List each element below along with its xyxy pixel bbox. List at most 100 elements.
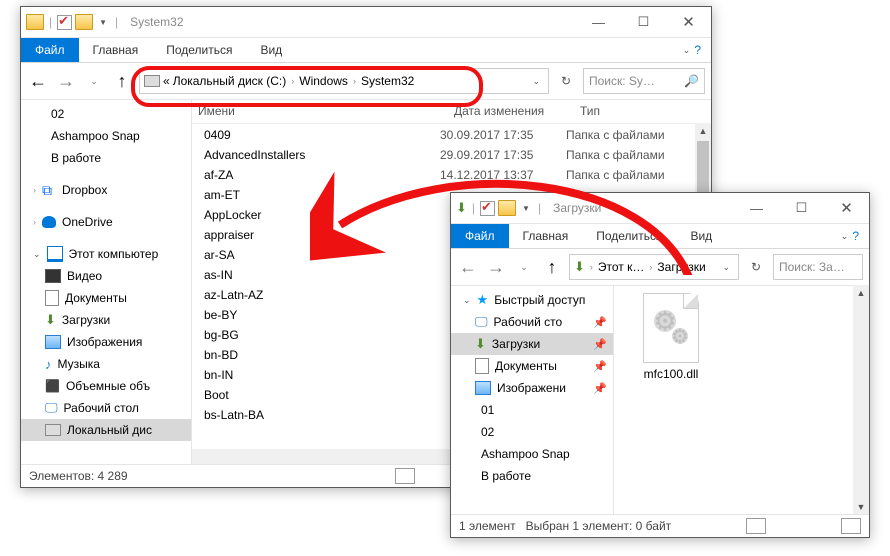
up-button[interactable]: ↑ [111,70,133,92]
file-row[interactable]: 040930.09.2017 17:35Папка с файлами [198,125,711,145]
column-headers[interactable]: Имени Дата изменения Тип [192,99,711,124]
chevron-right-icon[interactable]: › [647,262,654,272]
breadcrumb-item[interactable]: System32 [361,74,414,88]
breadcrumb-item[interactable]: Этот к… [598,260,644,274]
nav-item-this-pc[interactable]: ⌄Этот компьютер [21,243,191,265]
breadcrumb-item[interactable]: Загрузки [657,260,705,274]
ribbon-expand-icon[interactable]: ⌄? [673,38,711,62]
chevron-right-icon[interactable]: › [588,262,595,272]
vertical-scrollbar[interactable]: ▲▼ [853,285,869,515]
nav-pane[interactable]: ⌄★Быстрый доступ 🖵Рабочий сто📌 ⬇Загрузки… [451,285,614,515]
qat-dropdown-icon[interactable]: ▼ [96,18,110,27]
recent-dropdown[interactable]: ⌄ [83,70,105,92]
titlebar[interactable]: | ▼ | System32 — ☐ ✕ [21,7,711,38]
refresh-button[interactable]: ↻ [555,74,577,88]
nav-item-desktop[interactable]: 🖵Рабочий стол [21,397,191,419]
chevron-right-icon[interactable]: › [289,76,296,86]
close-button[interactable]: ✕ [666,7,711,37]
nav-item[interactable]: В работе [451,465,613,487]
file-row[interactable]: af-ZA14.12.2017 13:37Папка с файлами [198,165,711,185]
maximize-button[interactable]: ☐ [621,7,666,37]
nav-item-dropbox[interactable]: ›⧉Dropbox [21,179,191,201]
titlebar[interactable]: ⬇ | ▼ | Загрузки — ☐ ✕ [451,193,869,224]
up-button[interactable]: ↑ [541,256,563,278]
maximize-button[interactable]: ☐ [779,193,824,223]
nav-item-downloads[interactable]: ⬇Загрузки📌 [451,333,613,355]
nav-item-documents[interactable]: Документы [21,287,191,309]
address-bar[interactable]: « Локальный диск (C:) › Windows › System… [139,68,549,94]
col-type[interactable]: Тип [574,104,600,118]
back-button[interactable]: ← [457,256,479,278]
tab-home[interactable]: Главная [79,38,153,62]
nav-item-local-disk[interactable]: Локальный дис [21,419,191,441]
file-date: 29.09.2017 17:35 [440,148,560,162]
file-row[interactable]: AdvancedInstallers29.09.2017 17:35Папка … [198,145,711,165]
tab-file[interactable]: Файл [451,224,509,248]
tab-file[interactable]: Файл [21,38,79,62]
tab-home[interactable]: Главная [509,224,583,248]
file-name: 0409 [204,128,434,142]
refresh-button[interactable]: ↻ [745,260,767,274]
breadcrumb-item[interactable]: Локальный диск (C:) [173,74,287,88]
search-input[interactable]: Поиск: За… [773,254,863,280]
scroll-up-icon[interactable]: ▲ [853,285,869,301]
chevron-right-icon[interactable]: › [351,76,358,86]
forward-button[interactable]: → [55,70,77,92]
qat-checkbox-icon[interactable] [57,15,72,30]
forward-button[interactable]: → [485,256,507,278]
file-name: bs-Latn-BA [204,408,434,422]
star-icon: ★ [477,292,489,308]
tab-view[interactable]: Вид [246,38,296,62]
search-placeholder: Поиск: За… [779,260,845,274]
separator: | [470,201,477,215]
file-name: AdvancedInstallers [204,148,434,162]
nav-item-pictures[interactable]: Изображени📌 [451,377,613,399]
tab-share[interactable]: Поделиться [582,224,676,248]
drive-icon [45,424,61,436]
address-dropdown-icon[interactable]: ⌄ [528,76,544,87]
nav-pane[interactable]: 02 Ashampoo Snap В работе ›⧉Dropbox ›One… [21,99,192,465]
nav-item-onedrive[interactable]: ›OneDrive [21,211,191,233]
breadcrumb-item[interactable]: Windows [299,74,348,88]
nav-item-desktop[interactable]: 🖵Рабочий сто📌 [451,311,613,333]
back-button[interactable]: ← [27,70,49,92]
nav-item[interactable]: 01 [451,399,613,421]
nav-item[interactable]: В работе [21,147,191,169]
address-dropdown-icon[interactable]: ⌄ [718,262,734,273]
dll-file-icon [643,293,699,363]
nav-item-pictures[interactable]: Изображения [21,331,191,353]
view-icons-button[interactable] [841,518,861,534]
tab-share[interactable]: Поделиться [152,38,246,62]
minimize-button[interactable]: — [734,193,779,223]
view-details-button[interactable] [395,468,415,484]
view-details-button[interactable] [746,518,766,534]
video-icon [45,269,61,283]
address-bar[interactable]: ⬇ › Этот к… › Загрузки ⌄ [569,254,739,280]
qat-checkbox-icon[interactable] [480,201,495,216]
scroll-down-icon[interactable]: ▼ [853,499,869,515]
ribbon-expand-icon[interactable]: ⌄? [831,224,869,248]
nav-item-music[interactable]: ♪Музыка [21,353,191,375]
file-item-dll[interactable]: mfc100.dll [628,293,714,381]
nav-item[interactable]: 02 [21,103,191,125]
col-date[interactable]: Дата изменения [448,104,574,118]
search-input[interactable]: Поиск: Sy…🔍 [583,68,705,94]
nav-item-3d[interactable]: ⬛Объемные объ [21,375,191,397]
file-list-pane[interactable]: mfc100.dll ▲▼ [614,285,869,515]
scroll-up-icon[interactable]: ▲ [695,123,711,139]
col-name[interactable]: Имени [192,104,448,118]
nav-item[interactable]: 02 [451,421,613,443]
nav-item-downloads[interactable]: ⬇Загрузки [21,309,191,331]
nav-item[interactable]: Ashampoo Snap [21,125,191,147]
recent-dropdown[interactable]: ⌄ [513,256,535,278]
download-icon: ⬇ [574,259,585,275]
tab-view[interactable]: Вид [676,224,726,248]
nav-item-videos[interactable]: Видео [21,265,191,287]
nav-item-quick-access[interactable]: ⌄★Быстрый доступ [451,289,613,311]
qat-dropdown-icon[interactable]: ▼ [519,204,533,213]
dropbox-icon: ⧉ [42,183,56,197]
nav-item[interactable]: Ashampoo Snap [451,443,613,465]
close-button[interactable]: ✕ [824,193,869,223]
nav-item-documents[interactable]: Документы📌 [451,355,613,377]
minimize-button[interactable]: — [576,7,621,37]
